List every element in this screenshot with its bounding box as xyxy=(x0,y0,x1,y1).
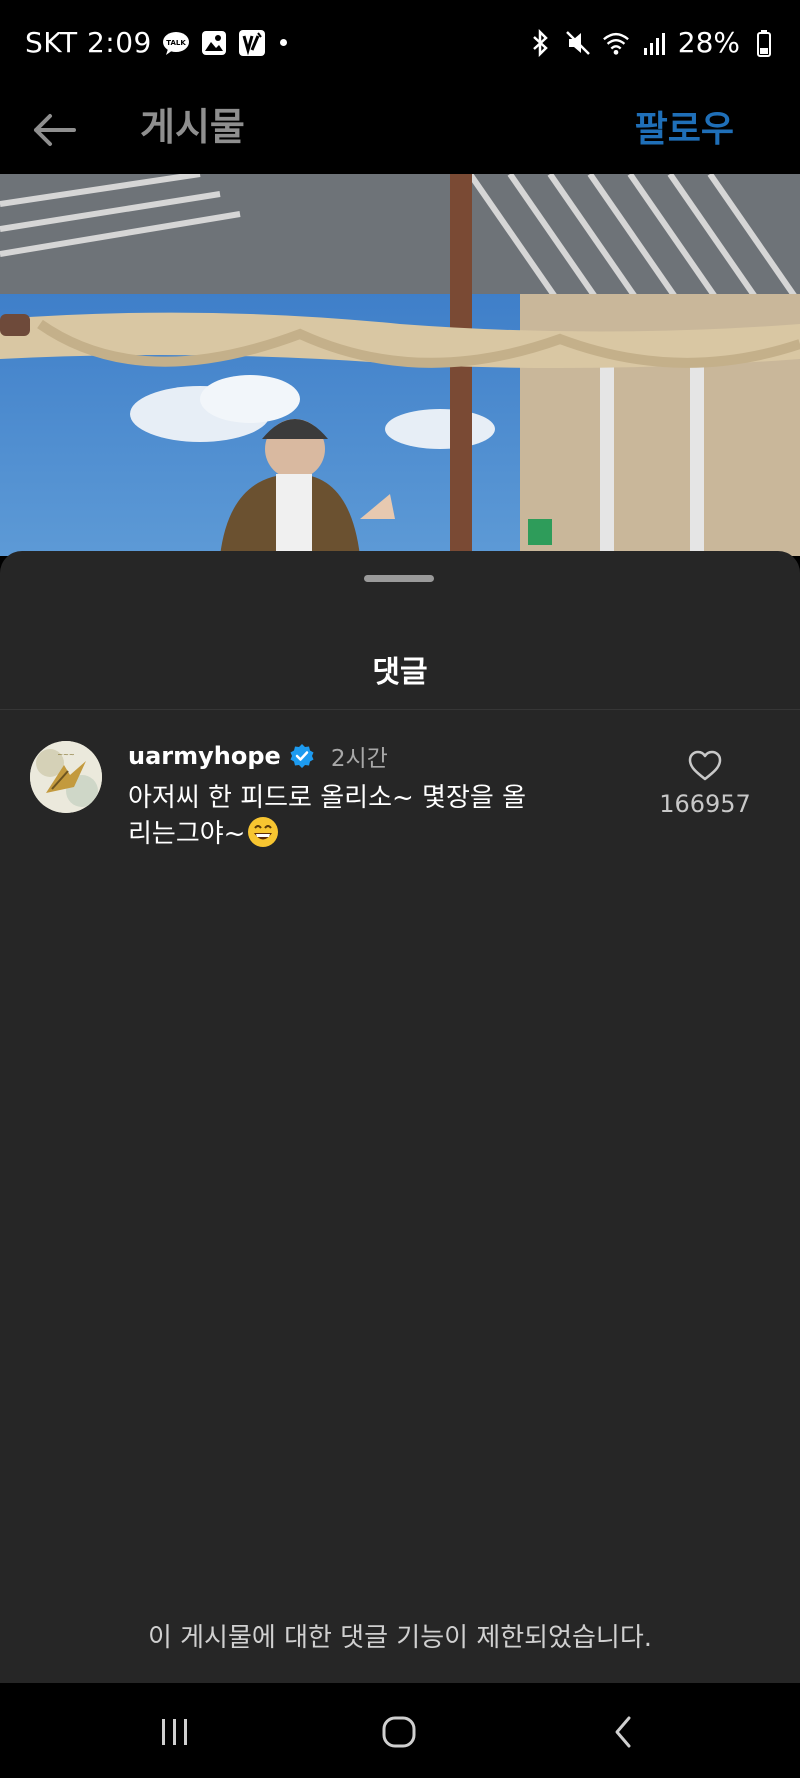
notification-dot xyxy=(279,39,287,46)
recent-apps-icon xyxy=(162,1719,187,1745)
avatar[interactable]: ~~~ xyxy=(30,741,102,813)
back-icon xyxy=(615,1716,631,1748)
drag-handle[interactable] xyxy=(364,575,434,582)
back-button[interactable] xyxy=(28,104,80,156)
recent-apps-button[interactable] xyxy=(145,1707,205,1757)
grinning-emoji-icon xyxy=(247,816,279,848)
home-icon xyxy=(382,1716,416,1748)
app-icon xyxy=(238,29,266,57)
comments-sheet: 댓글 ~~~ uarmyhope 2시간 아저씨 한 피드로 올리소~ 몇장을 … xyxy=(0,551,800,1683)
battery-icon xyxy=(750,29,778,57)
navigation-bar xyxy=(0,1683,800,1778)
heart-icon[interactable] xyxy=(688,750,722,782)
battery-percent: 28% xyxy=(677,26,740,59)
verified-badge-icon xyxy=(290,744,314,768)
status-time: SKT 2:09 xyxy=(25,26,152,59)
talk-icon: TALK xyxy=(162,29,190,57)
comment-like: 166957 xyxy=(650,750,760,818)
signal-icon xyxy=(640,29,668,57)
comment-text: 아저씨 한 피드로 올리소~ 몇장을 올리는그야~ xyxy=(128,780,548,852)
follow-button[interactable]: 팔로우 xyxy=(635,100,734,152)
post-image[interactable] xyxy=(0,174,800,556)
sheet-title: 댓글 xyxy=(372,655,428,690)
wifi-icon xyxy=(602,29,630,57)
svg-text:TALK: TALK xyxy=(166,39,186,47)
svg-text:~~~: ~~~ xyxy=(57,751,75,759)
bluetooth-icon xyxy=(526,28,554,57)
home-button[interactable] xyxy=(369,1707,429,1757)
gallery-icon xyxy=(200,29,228,57)
mute-icon xyxy=(564,29,592,57)
like-count: 166957 xyxy=(659,790,751,818)
divider xyxy=(0,709,800,710)
comment-item[interactable]: ~~~ uarmyhope 2시간 아저씨 한 피드로 올리소~ 몇장을 올리는… xyxy=(0,736,800,856)
arrow-left-icon xyxy=(34,114,76,146)
comment-body: 아저씨 한 피드로 올리소~ 몇장을 올리는그야~ xyxy=(128,783,526,849)
nav-back-button[interactable] xyxy=(594,1707,654,1757)
page-title: 게시물 xyxy=(140,105,245,149)
comment-username[interactable]: uarmyhope xyxy=(128,742,281,770)
comments-restricted-notice: 이 게시물에 대한 댓글 기능이 제한되었습니다. xyxy=(147,1623,653,1653)
comment-time: 2시간 xyxy=(330,746,388,772)
status-bar: SKT 2:09 TALK 28% xyxy=(0,0,800,92)
